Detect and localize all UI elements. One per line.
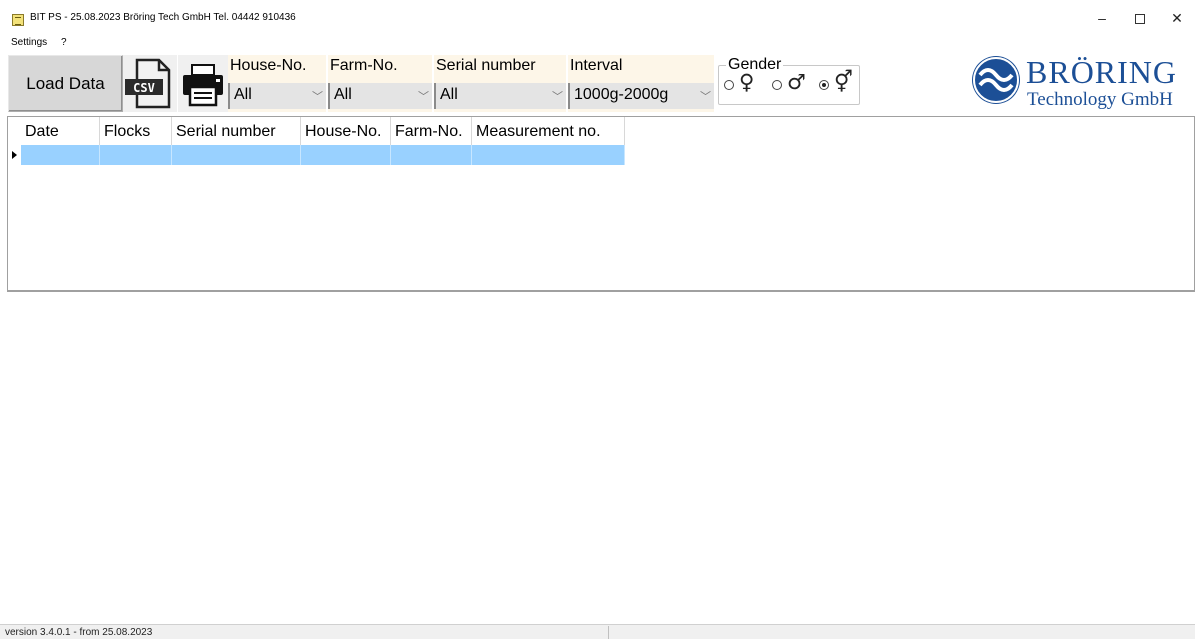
serial-filter-label: Serial number (436, 57, 536, 74)
version-text: version 3.4.0.1 - from 25.08.2023 (5, 627, 153, 638)
status-divider (608, 626, 609, 639)
chevron-down-icon: ﹀ (312, 91, 323, 103)
farm-select[interactable]: All ﹀ (328, 83, 432, 109)
interval-filter: Interval 1000g-2000g ﹀ (568, 55, 714, 112)
gender-mixed-radio[interactable] (819, 80, 829, 90)
status-bar: version 3.4.0.1 - from 25.08.2023 (0, 624, 1195, 639)
serial-filter: Serial number All ﹀ (434, 55, 566, 112)
csv-label: CSV (133, 81, 155, 95)
menu-bar: Settings ? (0, 34, 1195, 50)
serial-select-value: All (440, 86, 458, 103)
csv-file-icon: CSV (125, 58, 171, 109)
window-title: BIT PS - 25.08.2023 Bröring Tech GmbH Te… (30, 12, 296, 23)
column-header-serial[interactable]: Serial number (172, 117, 301, 145)
broring-logo-mark (972, 56, 1020, 104)
data-grid[interactable]: Date Flocks Serial number House-No. Farm… (7, 116, 1195, 292)
gender-group: Gender ♀ ♂ ⚥ (714, 55, 864, 112)
row-selector-arrow-icon (8, 145, 21, 165)
house-select-value: All (234, 86, 252, 103)
cell-measurement[interactable] (472, 145, 625, 165)
chevron-down-icon: ﹀ (700, 91, 711, 103)
cell-house[interactable] (301, 145, 391, 165)
farm-select-value: All (334, 86, 352, 103)
house-select[interactable]: All ﹀ (228, 83, 326, 109)
interval-select[interactable]: 1000g-2000g ﹀ (568, 83, 714, 109)
column-header-flocks[interactable]: Flocks (100, 117, 172, 145)
cell-date[interactable] (21, 145, 100, 165)
chevron-down-icon: ﹀ (418, 91, 429, 103)
column-header-date[interactable]: Date (21, 117, 100, 145)
column-header-farm[interactable]: Farm-No. (391, 117, 472, 145)
chevron-down-icon: ﹀ (552, 91, 563, 103)
maximize-icon (1135, 14, 1145, 25)
column-header-measurement[interactable]: Measurement no. (472, 117, 625, 145)
maximize-button[interactable] (1125, 8, 1155, 28)
menu-settings[interactable]: Settings (11, 37, 47, 48)
serial-select[interactable]: All ﹀ (434, 83, 566, 109)
menu-help[interactable]: ? (61, 37, 67, 48)
gender-label: Gender (726, 56, 784, 74)
interval-filter-label: Interval (570, 57, 623, 74)
printer-icon (183, 64, 223, 107)
logo-subtitle: Technology GmbH (1027, 89, 1173, 110)
interval-select-value: 1000g-2000g (574, 86, 669, 103)
print-button[interactable] (178, 55, 228, 112)
cell-farm[interactable] (391, 145, 472, 165)
mixed-gender-icon: ⚥ (834, 70, 853, 94)
female-icon: ♀ (739, 70, 755, 94)
gender-female-radio[interactable] (724, 80, 734, 90)
column-header-house[interactable]: House-No. (301, 117, 391, 145)
toolbar: Load Data CSV House-No. All ﹀ Farm-No. A… (6, 51, 1195, 115)
load-data-button[interactable]: Load Data (8, 55, 123, 112)
csv-export-button[interactable]: CSV (123, 55, 177, 112)
title-bar: BIT PS - 25.08.2023 Bröring Tech GmbH Te… (0, 0, 1195, 34)
gender-male-radio[interactable] (772, 80, 782, 90)
house-filter-label: House-No. (230, 57, 307, 74)
logo-name: BRÖRING (1026, 54, 1178, 90)
app-icon (12, 14, 24, 26)
farm-filter-label: Farm-No. (330, 57, 398, 74)
house-filter: House-No. All ﹀ (228, 55, 326, 112)
close-button[interactable]: ✕ (1162, 8, 1192, 28)
broring-logo: BRÖRING Technology GmbH (971, 53, 1195, 113)
app-window: BIT PS - 25.08.2023 Bröring Tech GmbH Te… (0, 0, 1195, 639)
minimize-button[interactable]: – (1087, 8, 1117, 28)
cell-serial[interactable] (172, 145, 301, 165)
male-icon: ♂ (787, 70, 806, 94)
cell-flocks[interactable] (100, 145, 172, 165)
farm-filter: Farm-No. All ﹀ (328, 55, 432, 112)
